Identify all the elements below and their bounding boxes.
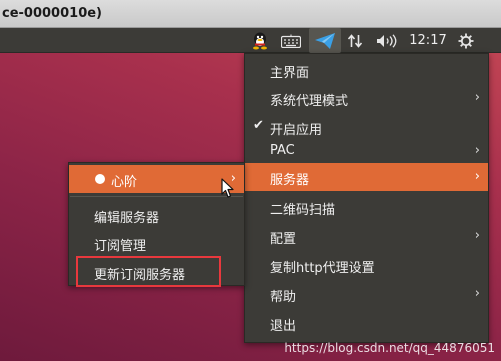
menu-item-label: 配置 bbox=[270, 232, 297, 247]
network-arrows-icon[interactable] bbox=[345, 28, 365, 53]
menu-item-main-window[interactable]: 主界面 bbox=[245, 56, 488, 84]
indicator-menu: 主界面 系统代理模式 › ✔ 开启应用 PAC › 服务器 › 二维码扫描 配置… bbox=[244, 53, 489, 343]
keyboard-icon[interactable] bbox=[280, 28, 302, 53]
menu-item-config[interactable]: 配置 › bbox=[245, 222, 488, 250]
window-title: ce-0000010e) bbox=[2, 6, 102, 21]
clock[interactable]: 12:17 bbox=[406, 28, 450, 53]
chevron-right-icon: › bbox=[474, 143, 480, 158]
paper-plane-icon[interactable] bbox=[309, 28, 341, 53]
volume-icon[interactable] bbox=[374, 28, 400, 53]
radio-dot-icon bbox=[95, 174, 105, 184]
menu-item-proxy-mode[interactable]: 系统代理模式 › bbox=[245, 84, 488, 112]
menu-item-help[interactable]: 帮助 › bbox=[245, 280, 488, 308]
menu-item-label: 复制http代理设置 bbox=[270, 261, 375, 276]
checkmark-icon: ✔ bbox=[253, 118, 264, 133]
qq-icon[interactable] bbox=[250, 28, 270, 53]
menu-item-copy-http-proxy[interactable]: 复制http代理设置 bbox=[245, 251, 488, 279]
window-title-bar: ce-0000010e) bbox=[0, 0, 501, 28]
annotation-highlight-box bbox=[76, 256, 221, 287]
chevron-right-icon: › bbox=[474, 169, 480, 184]
menu-item-label: 编辑服务器 bbox=[94, 211, 160, 226]
menu-item-label: 开启应用 bbox=[270, 123, 323, 138]
gear-icon[interactable] bbox=[455, 28, 477, 53]
menu-item-label: 帮助 bbox=[270, 290, 297, 305]
menu-item-label: 主界面 bbox=[270, 66, 310, 81]
menu-item-label: 订阅管理 bbox=[94, 239, 147, 254]
menu-item-label: 服务器 bbox=[270, 173, 310, 188]
chevron-right-icon: › bbox=[474, 286, 480, 301]
menu-item-pac[interactable]: PAC › bbox=[245, 137, 488, 165]
chevron-right-icon: › bbox=[474, 90, 480, 105]
mouse-cursor-icon bbox=[221, 178, 235, 203]
clock-time: 12:17 bbox=[409, 33, 447, 48]
menu-separator bbox=[70, 196, 243, 197]
menu-item-subscription-manage[interactable]: 订阅管理 bbox=[69, 229, 244, 257]
chevron-right-icon: › bbox=[474, 228, 480, 243]
menu-item-servers[interactable]: 服务器 › bbox=[245, 163, 488, 191]
menu-item-quit[interactable]: 退出 bbox=[245, 309, 488, 337]
menu-item-label: 心阶 bbox=[111, 175, 138, 190]
menu-item-label: 系统代理模式 bbox=[270, 94, 349, 109]
menu-item-label: 二维码扫描 bbox=[270, 203, 336, 218]
top-panel: 12:17 bbox=[0, 28, 501, 53]
menu-item-qrcode-scan[interactable]: 二维码扫描 bbox=[245, 193, 488, 221]
menu-item-label: PAC bbox=[270, 143, 295, 158]
menu-item-edit-servers[interactable]: 编辑服务器 bbox=[69, 201, 244, 229]
menu-item-label: 退出 bbox=[270, 319, 297, 334]
watermark: https://blog.csdn.net/qq_44876051 bbox=[284, 341, 495, 355]
menu-item-server-entry[interactable]: 心阶 › bbox=[69, 165, 244, 193]
